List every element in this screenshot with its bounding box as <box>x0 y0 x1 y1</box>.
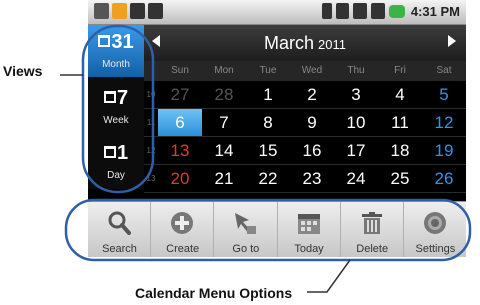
menu-leader-line <box>307 259 351 293</box>
menu-highlight-outline <box>64 198 472 262</box>
views-callout-label: Views <box>3 63 43 79</box>
callout-overlay <box>60 24 472 293</box>
menu-callout-label: Calendar Menu Options <box>135 285 293 301</box>
views-highlight-outline <box>81 24 155 194</box>
